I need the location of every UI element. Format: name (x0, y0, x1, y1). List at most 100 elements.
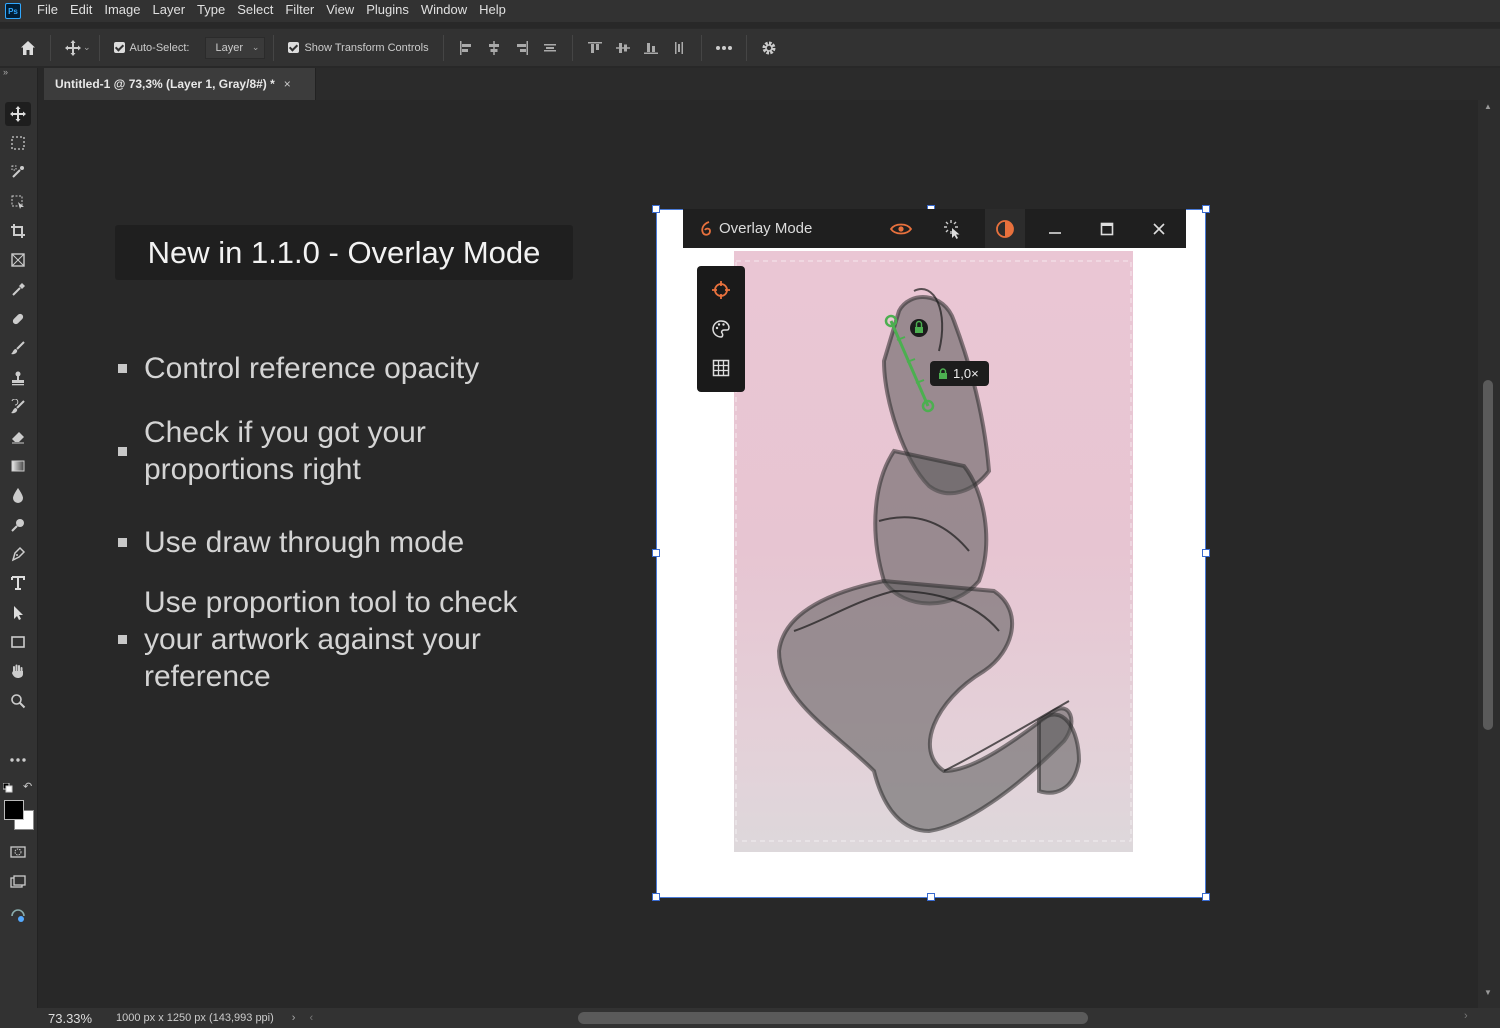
align-bottom-icon[interactable] (637, 34, 665, 62)
align-top-icon[interactable] (581, 34, 609, 62)
menu-layer[interactable]: Layer (147, 0, 192, 22)
eraser-icon[interactable] (5, 424, 31, 448)
horizontal-scrollbar[interactable] (325, 1012, 1470, 1024)
opacity-toggle-icon[interactable] (985, 209, 1025, 248)
grid-icon[interactable] (709, 356, 733, 380)
photoshop-logo: Ps (5, 3, 21, 19)
menu-select[interactable]: Select (231, 0, 279, 22)
hand-tool-icon[interactable] (5, 659, 31, 683)
scroll-right-icon[interactable]: › (1464, 1010, 1468, 1022)
menu-view[interactable]: View (320, 0, 360, 22)
auto-select-dropdown[interactable]: Layer ⌄ (205, 36, 266, 59)
more-options-icon[interactable] (710, 34, 738, 62)
collapse-panel-icon[interactable]: » (3, 67, 8, 77)
home-icon[interactable] (14, 34, 42, 62)
swap-colors-icon[interactable]: ↶ (23, 780, 32, 793)
frame-tool-icon[interactable] (5, 248, 31, 272)
quick-mask-icon[interactable] (5, 840, 31, 864)
path-select-icon[interactable] (5, 601, 31, 625)
menu-help[interactable]: Help (473, 0, 512, 22)
close-icon[interactable] (1139, 209, 1179, 248)
foreground-color-swatch[interactable] (4, 800, 24, 820)
distribute-vertical-icon[interactable] (536, 34, 564, 62)
scroll-up-icon[interactable]: ▲ (1484, 102, 1492, 111)
marquee-tool-icon[interactable] (5, 131, 31, 155)
palette-icon[interactable] (709, 317, 733, 341)
auto-select-checkbox[interactable]: Auto-Select: (113, 41, 190, 54)
distribute-horizontal-icon[interactable] (665, 34, 693, 62)
chevron-down-icon: ⌄ (251, 42, 260, 52)
healing-brush-icon[interactable] (5, 307, 31, 331)
menu-image[interactable]: Image (98, 0, 146, 22)
horizontal-scroll-thumb[interactable] (578, 1012, 1088, 1024)
frame-select-icon[interactable] (5, 190, 31, 214)
menu-edit[interactable]: Edit (64, 0, 98, 22)
separator (571, 34, 573, 61)
menu-plugins[interactable]: Plugins (360, 0, 415, 22)
zoom-tool-icon[interactable] (5, 689, 31, 713)
click-through-icon[interactable] (933, 209, 973, 248)
transform-handle[interactable] (927, 893, 935, 901)
move-tool-icon[interactable] (5, 102, 31, 126)
close-icon[interactable]: × (284, 77, 291, 91)
rectangle-tool-icon[interactable] (5, 630, 31, 654)
separator (700, 34, 702, 61)
bullet-square-icon (118, 364, 127, 373)
object-selection-icon[interactable] (5, 160, 31, 184)
bullet-item: Use draw through mode (118, 524, 464, 561)
align-middle-icon[interactable] (609, 34, 637, 62)
type-tool-icon[interactable] (5, 571, 31, 595)
chevron-down-icon[interactable]: ⌄ (83, 42, 91, 53)
crop-tool-icon[interactable] (5, 219, 31, 243)
gradient-icon[interactable] (5, 454, 31, 478)
transform-handle[interactable] (652, 549, 660, 557)
crosshair-icon[interactable] (709, 278, 733, 302)
menu-filter[interactable]: Filter (279, 0, 320, 22)
align-left-icon[interactable] (452, 34, 480, 62)
bullet-square-icon (118, 446, 127, 456)
more-tools-icon[interactable] (5, 748, 31, 772)
vertical-scroll-thumb[interactable] (1483, 380, 1493, 730)
transform-handle[interactable] (1202, 893, 1210, 901)
menu-window[interactable]: Window (415, 0, 473, 22)
transform-handle[interactable] (652, 893, 660, 901)
history-brush-icon[interactable] (5, 395, 31, 419)
overlay-title: Overlay Mode (719, 220, 813, 237)
dodge-icon[interactable] (5, 513, 31, 537)
blur-icon[interactable] (5, 483, 31, 507)
transform-handle[interactable] (1202, 205, 1210, 213)
clone-stamp-icon[interactable] (5, 366, 31, 390)
plugin-panel-icon[interactable] (5, 904, 31, 928)
align-right-icon[interactable] (508, 34, 536, 62)
eyedropper-icon[interactable] (5, 278, 31, 302)
menu-file[interactable]: File (31, 0, 64, 22)
zoom-level[interactable]: 73.33% (0, 1011, 108, 1026)
gear-icon[interactable] (755, 34, 783, 62)
document-tab-bar: Untitled-1 @ 73,3% (Layer 1, Gray/8#) * … (44, 68, 1500, 100)
document-info[interactable]: 1000 px x 1250 px (143,993 ppi) (116, 1012, 274, 1024)
checkbox-icon[interactable] (113, 42, 125, 53)
minimize-icon[interactable] (1035, 209, 1075, 248)
screen-mode-icon[interactable] (5, 870, 31, 894)
align-center-icon[interactable] (480, 34, 508, 62)
transform-handle[interactable] (1202, 549, 1210, 557)
document-tab[interactable]: Untitled-1 @ 73,3% (Layer 1, Gray/8#) * … (44, 68, 316, 100)
pen-tool-icon[interactable] (5, 542, 31, 566)
maximize-icon[interactable] (1087, 209, 1127, 248)
transform-handle[interactable] (652, 205, 660, 213)
brush-tool-icon[interactable] (5, 336, 31, 360)
overlay-logo-icon (699, 220, 713, 238)
vertical-scrollbar[interactable]: ▲ ▼ (1478, 100, 1500, 1008)
auto-select-label: Auto-Select: (129, 41, 190, 54)
bullet-text: Use draw through mode (144, 526, 465, 559)
show-transform-checkbox[interactable]: Show Transform Controls (288, 42, 429, 54)
separator (273, 34, 275, 61)
default-colors-icon[interactable] (2, 780, 13, 793)
checkbox-icon[interactable] (288, 42, 300, 53)
scroll-down-icon[interactable]: ▼ (1484, 988, 1492, 997)
menu-type[interactable]: Type (191, 0, 231, 22)
eye-icon[interactable] (881, 209, 921, 248)
overlay-window-titlebar[interactable]: Overlay Mode (683, 209, 1186, 248)
status-menu-chevron-icon[interactable]: › (292, 1012, 296, 1024)
scroll-left-icon[interactable]: ‹ (309, 1012, 313, 1024)
